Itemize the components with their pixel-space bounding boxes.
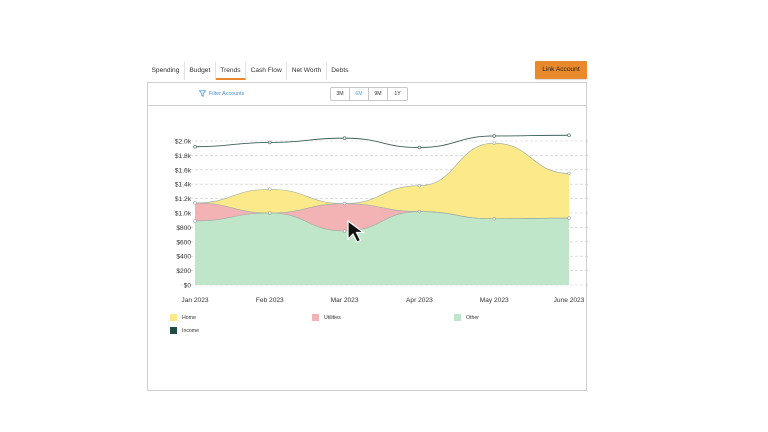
data-point-utilities xyxy=(417,209,422,214)
income-line xyxy=(194,134,570,148)
y-tick-label: $200 xyxy=(176,268,191,275)
y-tick-label: $400 xyxy=(176,254,191,261)
data-point-home xyxy=(193,201,197,205)
data-point-other xyxy=(193,219,197,223)
x-tick-label: June 2023 xyxy=(554,297,585,304)
trends-chart: $0 $200 $400 $600 $800 $1.0k $1.2k $1.4k $1.6k $1… xyxy=(175,133,588,304)
y-tick-label: $2.0k xyxy=(175,139,192,146)
x-tick-label: Mar 2023 xyxy=(331,297,359,304)
income-point xyxy=(268,140,272,145)
y-tick-label: $1.8k xyxy=(175,153,192,160)
income-point xyxy=(417,145,422,150)
data-point-home xyxy=(492,141,496,145)
data-point-home xyxy=(417,183,422,188)
data-point-home xyxy=(342,201,347,206)
data-point-home xyxy=(567,171,571,176)
area-other xyxy=(195,211,569,285)
x-tick-label: May 2023 xyxy=(480,297,509,304)
data-point-home xyxy=(268,187,272,191)
income-point xyxy=(193,145,197,149)
data-point-utilities xyxy=(492,217,496,221)
x-tick-label: Feb 2023 xyxy=(256,297,284,304)
income-point xyxy=(342,136,347,140)
y-tick-label: $1.4k xyxy=(175,182,192,189)
y-tick-label: $800 xyxy=(176,225,191,232)
y-tick-label: $1.2k xyxy=(175,196,192,203)
income-point xyxy=(492,134,496,138)
mouse-pointer-icon xyxy=(347,219,366,243)
y-tick-label: $1.6k xyxy=(175,167,192,174)
y-tick-label: $1.0k xyxy=(175,211,192,218)
y-tick-label: $0 xyxy=(184,283,192,290)
income-point xyxy=(567,133,571,137)
data-point-utilities xyxy=(268,211,272,215)
x-tick-label: Jan 2023 xyxy=(181,297,208,304)
y-tick-label: $600 xyxy=(176,239,191,246)
x-tick-label: Apr 2023 xyxy=(406,297,433,304)
data-point-utilities xyxy=(567,216,571,220)
